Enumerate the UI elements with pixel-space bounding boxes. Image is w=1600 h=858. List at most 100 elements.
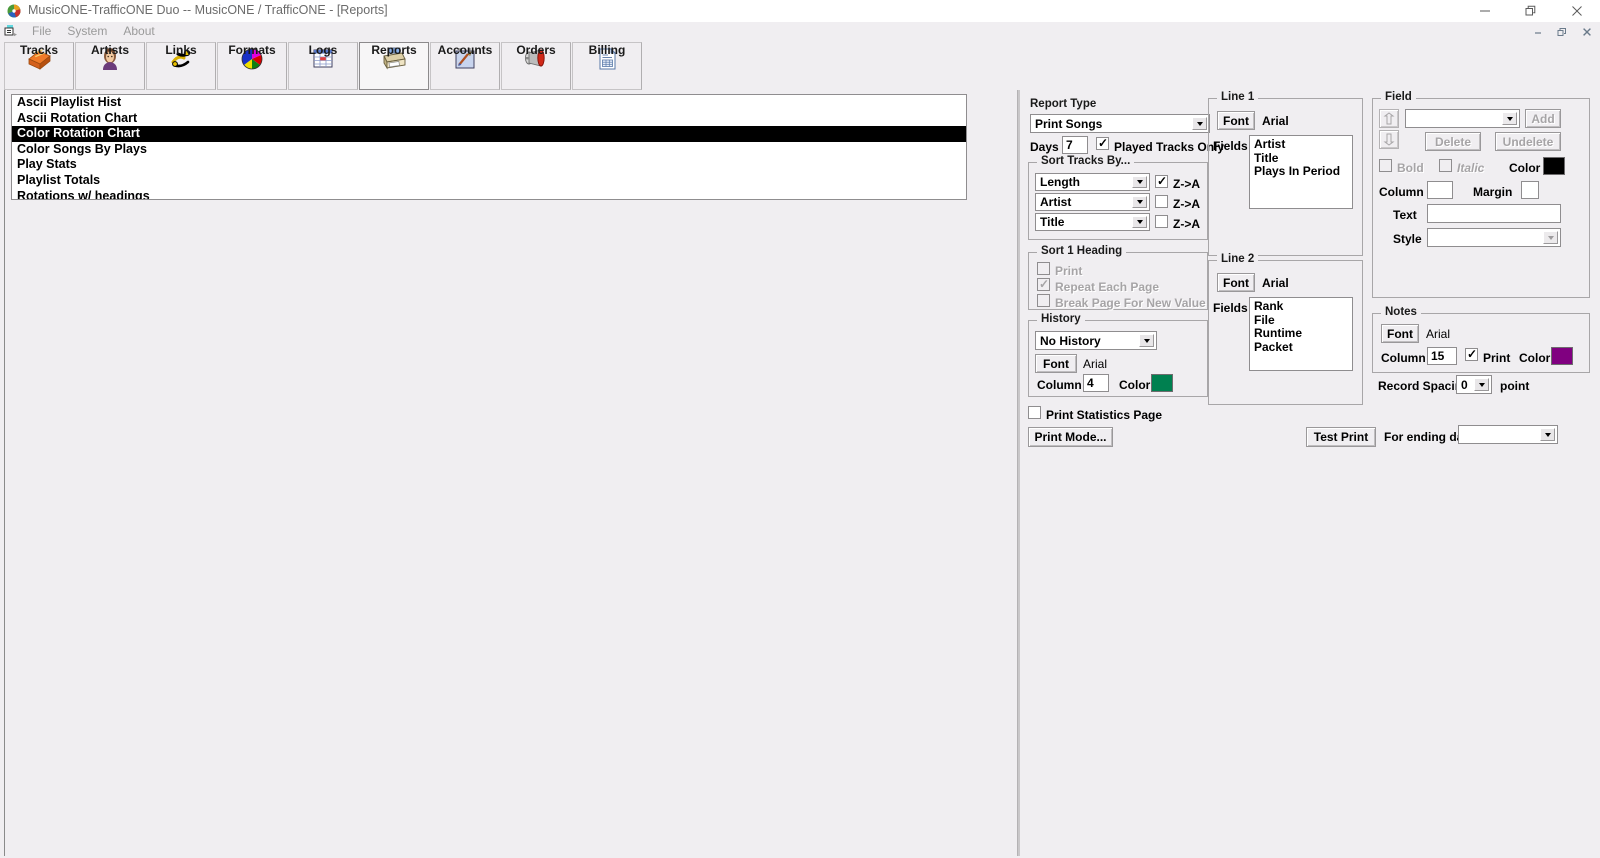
field-undelete-button[interactable]: Undelete <box>1495 132 1561 151</box>
toolbar-button-links[interactable]: Links <box>146 42 216 90</box>
sort-track-2-za-checkbox[interactable] <box>1155 195 1168 208</box>
sort1-repeat-checkbox[interactable]: ✓ <box>1037 278 1050 291</box>
field-italic-label: Italic <box>1457 161 1485 175</box>
played-tracks-only-checkbox[interactable]: ✓ <box>1096 137 1109 150</box>
line2-font-name: Arial <box>1262 276 1289 290</box>
line2-field-item[interactable]: Rank <box>1254 299 1352 314</box>
chevron-down-icon[interactable] <box>1132 216 1147 228</box>
list-item[interactable]: Play Stats <box>12 157 966 173</box>
sort-track-3-select[interactable]: Title <box>1035 213 1150 231</box>
history-color-label: Color <box>1119 378 1151 392</box>
list-item[interactable]: Color Songs By Plays <box>12 142 966 158</box>
field-margin-label: Margin <box>1473 185 1513 199</box>
menu-item-file[interactable]: File <box>24 23 59 39</box>
notes-caption: Notes <box>1381 306 1421 318</box>
history-color-swatch[interactable] <box>1151 374 1173 392</box>
notes-column-label: Column <box>1381 351 1426 365</box>
line2-font-button[interactable]: Font <box>1217 273 1255 292</box>
list-item[interactable]: Ascii Rotation Chart <box>12 111 966 127</box>
history-font-button[interactable]: Font <box>1035 354 1077 373</box>
client-area: Ascii Playlist Hist Ascii Rotation Chart… <box>0 90 1600 858</box>
toolbar-label: Links <box>165 43 197 57</box>
notes-color-swatch[interactable] <box>1551 347 1573 365</box>
sort1-break-checkbox[interactable] <box>1037 294 1050 307</box>
line1-fields-list[interactable]: Artist Title Plays In Period <box>1249 135 1353 209</box>
notes-print-checkbox[interactable]: ✓ <box>1465 348 1478 361</box>
line2-group: Line 2 Font Arial Fields Rank File Runti… <box>1208 253 1363 405</box>
test-print-button[interactable]: Test Print <box>1306 427 1376 447</box>
line2-field-item[interactable]: Runtime <box>1254 326 1352 341</box>
list-item[interactable]: Rotations w/ headings <box>12 189 966 199</box>
toolbar-button-billing[interactable]: Billing <box>572 42 642 90</box>
toolbar-button-orders[interactable]: Orders <box>501 42 571 90</box>
chevron-down-icon[interactable] <box>1540 428 1555 441</box>
record-spacing-select[interactable]: 0 <box>1456 375 1492 394</box>
field-select[interactable] <box>1405 109 1520 128</box>
field-italic-checkbox[interactable] <box>1439 159 1452 172</box>
child-minimize-button[interactable] <box>1526 24 1550 40</box>
print-statistics-checkbox[interactable] <box>1028 406 1041 419</box>
chevron-down-icon[interactable] <box>1132 176 1147 188</box>
sort-track-2-select[interactable]: Artist <box>1035 193 1150 211</box>
toolbar-button-reports[interactable]: Reports <box>359 42 429 90</box>
toolbar-button-logs[interactable]: Logs <box>288 42 358 90</box>
chevron-down-icon[interactable] <box>1139 334 1154 347</box>
line1-group: Line 1 Font Arial Fields Artist Title Pl… <box>1208 91 1363 256</box>
minimize-button[interactable] <box>1462 0 1508 22</box>
list-item[interactable]: Color Rotation Chart <box>12 126 966 142</box>
list-item[interactable]: Ascii Playlist Hist <box>12 95 966 111</box>
history-select[interactable]: No History <box>1035 331 1157 350</box>
move-down-icon[interactable] <box>1379 130 1399 149</box>
menu-item-system[interactable]: System <box>59 23 115 39</box>
line2-fields-list[interactable]: Rank File Runtime Packet <box>1249 297 1353 371</box>
close-button[interactable] <box>1554 0 1600 22</box>
toolbar-button-tracks[interactable]: Tracks <box>4 42 74 90</box>
child-restore-button[interactable] <box>1550 24 1574 40</box>
line1-field-item[interactable]: Artist <box>1254 137 1352 152</box>
line2-field-item[interactable]: Packet <box>1254 340 1352 355</box>
move-up-icon[interactable] <box>1379 109 1399 128</box>
history-column-input[interactable]: 4 <box>1083 374 1109 392</box>
line1-field-item[interactable]: Title <box>1254 151 1352 166</box>
field-style-select[interactable] <box>1427 228 1561 247</box>
for-ending-day-select[interactable] <box>1458 425 1558 444</box>
field-margin-input[interactable] <box>1521 181 1539 199</box>
chevron-down-icon[interactable] <box>1474 378 1489 391</box>
chevron-down-icon[interactable] <box>1543 231 1558 244</box>
line1-font-button[interactable]: Font <box>1217 111 1255 130</box>
child-close-button[interactable] <box>1574 24 1600 40</box>
sort1-break-label: Break Page For New Value <box>1055 296 1206 310</box>
notes-font-button[interactable]: Font <box>1381 324 1419 343</box>
sort-track-1-select[interactable]: Length <box>1035 173 1150 191</box>
chevron-down-icon[interactable] <box>1192 117 1207 130</box>
days-input[interactable]: 7 <box>1062 136 1088 154</box>
field-bold-checkbox[interactable] <box>1379 159 1392 172</box>
chevron-down-icon[interactable] <box>1502 112 1517 125</box>
field-column-input[interactable] <box>1427 181 1453 199</box>
restore-button[interactable] <box>1508 0 1554 22</box>
field-text-input[interactable] <box>1427 204 1561 223</box>
field-color-swatch[interactable] <box>1543 157 1565 175</box>
sort1-print-checkbox[interactable] <box>1037 262 1050 275</box>
list-item[interactable]: Playlist Totals <box>12 173 966 189</box>
mdi-system-icon[interactable] <box>4 24 19 38</box>
toolbar-label: Logs <box>308 43 338 57</box>
print-statistics-label: Print Statistics Page <box>1046 408 1163 422</box>
field-delete-button[interactable]: Delete <box>1425 132 1481 151</box>
field-add-button[interactable]: Add <box>1525 109 1561 128</box>
sort-track-1-za-checkbox[interactable]: ✓ <box>1155 175 1168 188</box>
notes-column-input[interactable]: 15 <box>1427 347 1457 365</box>
line2-field-item[interactable]: File <box>1254 313 1352 328</box>
report-list[interactable]: Ascii Playlist Hist Ascii Rotation Chart… <box>11 94 967 200</box>
chevron-down-icon[interactable] <box>1132 196 1147 208</box>
toolbar-button-artists[interactable]: Artists <box>75 42 145 90</box>
pane-splitter[interactable] <box>1018 90 1020 856</box>
field-column-label: Column <box>1379 185 1424 199</box>
menu-item-about[interactable]: About <box>115 23 162 39</box>
print-mode-button[interactable]: Print Mode... <box>1028 427 1113 447</box>
toolbar-button-accounts[interactable]: Accounts <box>430 42 500 90</box>
line1-field-item[interactable]: Plays In Period <box>1254 164 1352 179</box>
report-type-select[interactable]: Print Songs <box>1030 114 1210 133</box>
sort-track-3-za-checkbox[interactable] <box>1155 215 1168 228</box>
toolbar-button-formats[interactable]: Formats <box>217 42 287 90</box>
